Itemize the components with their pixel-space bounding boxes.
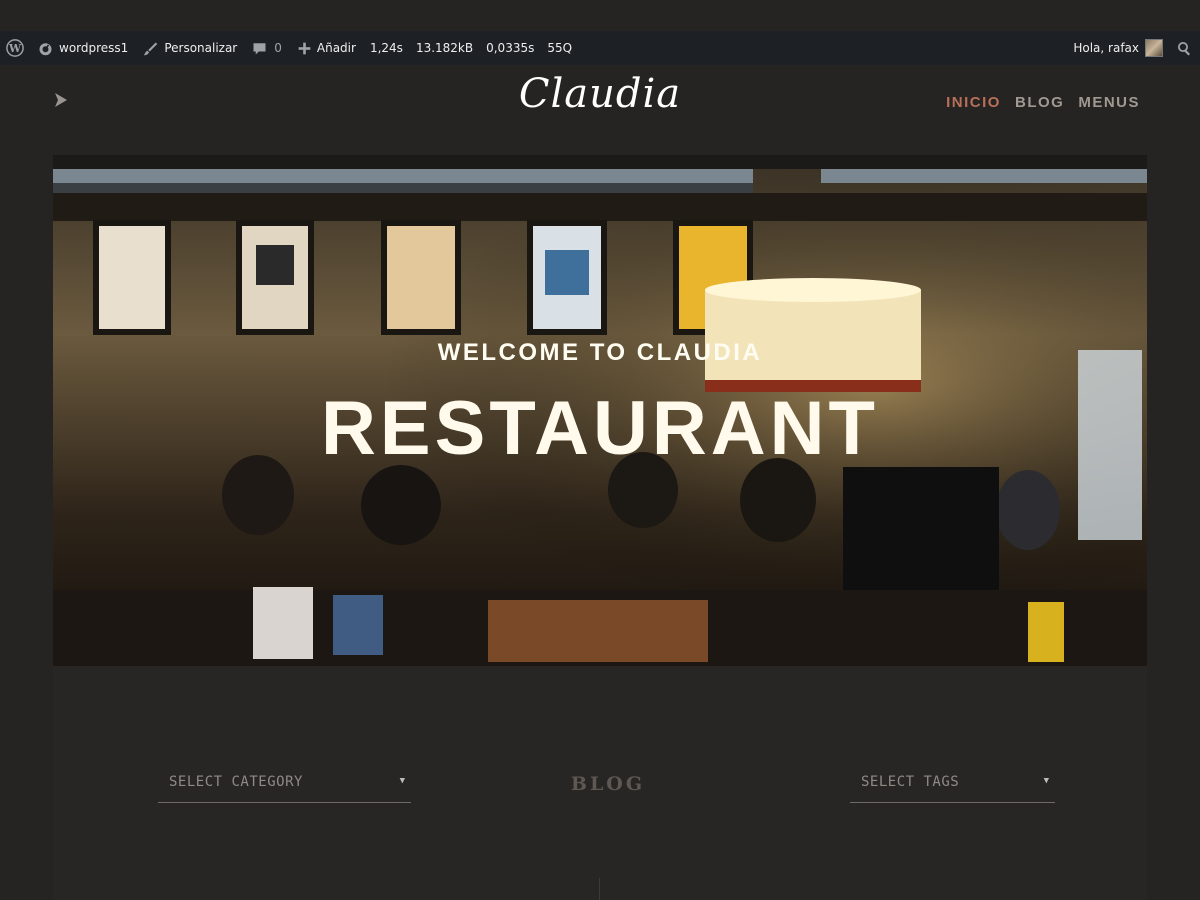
memory-stat: 13.182kB (415, 41, 474, 55)
wordpress-logo-icon[interactable]: W (6, 31, 24, 65)
account-menu[interactable]: Hola, rafax (1073, 31, 1163, 65)
top-strip (0, 0, 1200, 31)
hero-banner: WELCOME TO CLAUDIA RESTAURANT (53, 155, 1147, 666)
svg-text:W: W (8, 42, 22, 55)
plus-icon (298, 42, 311, 54)
add-new-label: Añadir (316, 41, 356, 55)
nav-item-inicio[interactable]: INICIO (946, 94, 1001, 111)
site-name-link[interactable]: wordpress1 (38, 31, 128, 65)
comment-icon (253, 42, 266, 54)
query-count-stat: 55Q (547, 41, 573, 55)
dashboard-icon (39, 42, 52, 55)
search-button[interactable] (1177, 31, 1192, 65)
tags-select[interactable]: SELECT TAGS ▼ (850, 766, 1055, 803)
comments-count: 0 (274, 41, 282, 55)
tags-select-label: SELECT TAGS (861, 774, 960, 790)
query-time-stat: 0,0335s (486, 41, 535, 55)
main-nav: INICIO BLOG MENUS (946, 94, 1140, 111)
nav-item-menus[interactable]: MENUS (1078, 94, 1140, 111)
page-time-stat: 1,24s (369, 41, 403, 55)
greeting-label: Hola, rafax (1073, 41, 1139, 55)
comments-link[interactable]: 0 (252, 31, 282, 65)
customize-label: Personalizar (164, 41, 238, 55)
site-name-label: wordpress1 (59, 41, 129, 55)
query-monitor-stats[interactable]: 1,24s 13.182kB 0,0335s 55Q (357, 31, 572, 65)
divider (599, 878, 600, 900)
admin-bar: W wordpress1 Personalizar 0 Añadir 1,24s… (0, 31, 1200, 65)
hero-welcome-text: WELCOME TO CLAUDIA (437, 339, 763, 366)
site-header: Claudia INICIO BLOG MENUS (0, 65, 1200, 155)
nav-item-blog[interactable]: BLOG (1015, 94, 1064, 111)
add-new-link[interactable]: Añadir (298, 31, 356, 65)
search-icon (1177, 41, 1191, 56)
customize-link[interactable]: Personalizar (143, 31, 237, 65)
brush-icon (144, 42, 158, 55)
hero-title: RESTAURANT (321, 386, 879, 471)
chevron-down-icon: ▼ (1043, 776, 1049, 786)
content-area: SELECT CATEGORY ▼ BLOG SELECT TAGS ▼ (53, 666, 1147, 900)
avatar (1145, 39, 1163, 57)
